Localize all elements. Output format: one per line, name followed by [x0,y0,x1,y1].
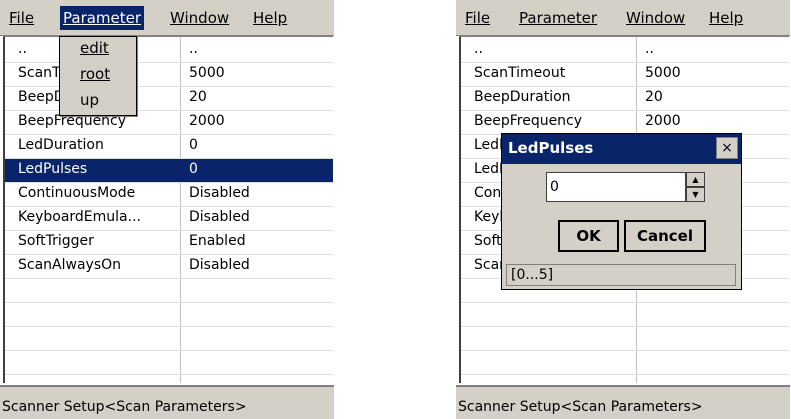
list-item-empty [461,327,789,351]
close-icon[interactable]: × [716,137,738,159]
left-screen: File Parameter Window Help .... ScanTime… [0,0,334,419]
cancel-button[interactable]: Cancel [624,220,706,252]
list-item[interactable]: KeyboardEmula... Disabled [5,207,333,231]
list-item[interactable]: BeepFrequency 2000 [5,111,333,135]
dialog-titlebar: LedPulses × [502,134,741,164]
status-text: Scanner Setup<Scan Parameters> [2,399,247,415]
list-item-empty [461,303,789,327]
right-screen: File Parameter Window Help .... ScanTime… [456,0,790,419]
param-name: ScanTimeout [474,65,566,81]
menu-item-up[interactable]: up [80,91,99,109]
param-value: .. [645,41,654,57]
menu-item-root[interactable]: root [80,65,110,83]
param-value: Disabled [189,257,250,273]
status-bar: Scanner Setup<Scan Parameters> [456,385,790,419]
triangle-down-icon[interactable]: ▼ [686,187,705,202]
param-value: Enabled [189,233,246,249]
ok-button[interactable]: OK [558,220,619,252]
list-item-empty [5,327,333,351]
value-input[interactable]: 0 [546,172,686,202]
range-hint: [0...5] [506,264,736,286]
param-value: Disabled [189,185,250,201]
param-value: Disabled [189,209,250,225]
list-item-empty [461,351,789,375]
list-item-empty [5,303,333,327]
param-value: 20 [645,89,663,105]
list-item[interactable]: SoftTrigger Enabled [5,231,333,255]
param-name: LedPulses [18,161,88,177]
param-name: .. [18,41,27,57]
param-value: 0 [189,137,198,153]
status-bar: Scanner Setup<Scan Parameters> [0,385,334,419]
param-name: KeyboardEmula... [18,209,141,225]
param-name: ContinuousMode [18,185,136,201]
param-value: 5000 [189,65,225,81]
menu-file[interactable]: File [462,6,493,30]
param-value: 2000 [189,113,225,129]
menu-window[interactable]: Window [167,6,232,30]
menu-file[interactable]: File [6,6,37,30]
menu-item-edit[interactable]: edit [80,39,109,57]
triangle-up-icon[interactable]: ▲ [686,172,705,187]
menu-help[interactable]: Help [706,6,746,30]
param-name: SoftTrigger [18,233,94,249]
list-item[interactable]: ScanTimeout 5000 [461,63,789,87]
dialog-title: LedPulses [508,139,594,157]
list-item-empty [5,279,333,303]
edit-dialog: LedPulses × 0 ▲ ▼ OK Cancel [0...5] [501,133,742,290]
list-item[interactable]: BeepDuration20 [5,87,333,111]
param-value: 2000 [645,113,681,129]
menu-window[interactable]: Window [623,6,688,30]
list-item[interactable]: ScanTimeout5000 [5,63,333,87]
list-item[interactable]: ScanAlwaysOn Disabled [5,255,333,279]
param-name: .. [474,41,483,57]
param-name: BeepDuration [474,89,571,105]
parameter-dropdown-menu: edit root up [59,36,137,116]
menu-parameter[interactable]: Parameter [516,6,600,30]
menubar: File Parameter Window Help [456,0,790,36]
param-name: BeepFrequency [474,113,583,129]
list-item[interactable]: BeepDuration 20 [461,87,789,111]
menubar: File Parameter Window Help [0,0,334,36]
list-item[interactable]: LedDuration 0 [5,135,333,159]
param-value: 5000 [645,65,681,81]
menu-parameter[interactable]: Parameter [60,6,145,30]
list-item-empty [5,351,333,375]
param-value: 20 [189,89,207,105]
param-value: 0 [189,161,198,177]
param-name: LedDuration [18,137,104,153]
status-text: Scanner Setup<Scan Parameters> [458,399,703,415]
list-item[interactable]: .... [5,39,333,63]
parameter-list: .... ScanTimeout5000 BeepDuration20 Beep… [3,36,333,383]
menu-help[interactable]: Help [250,6,290,30]
list-item[interactable]: .... [461,39,789,63]
list-item[interactable]: BeepFrequency 2000 [461,111,789,135]
param-value: .. [189,41,198,57]
list-item-selected[interactable]: LedPulses 0 [5,159,333,183]
list-item[interactable]: ContinuousMode Disabled [5,183,333,207]
param-name: ScanAlwaysOn [18,257,122,273]
